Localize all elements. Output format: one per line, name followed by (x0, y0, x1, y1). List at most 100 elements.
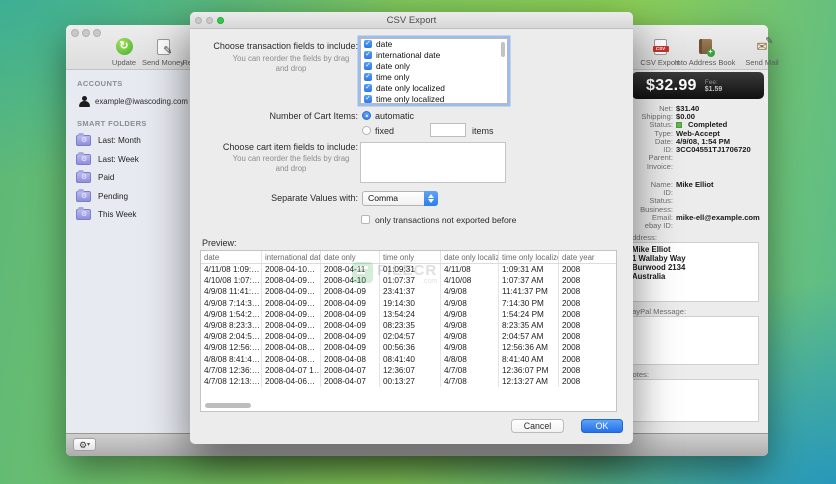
table-cell: 2008-04-07 1… (262, 364, 321, 376)
table-cell: 2008-04-09 (321, 342, 380, 354)
table-row[interactable]: 4/7/08 12:36:… 2008-04-07 1… 2008-04-07 12:… (201, 364, 616, 376)
table-cell: 2008-04-09… (262, 308, 321, 320)
table-row[interactable]: 4/9/08 11:41:… 2008-04-09… 2008-04-09 23:41… (201, 286, 616, 298)
action-gear-button[interactable]: ⚙▾ (73, 438, 96, 451)
checked-checkbox-icon[interactable]: ✓ (364, 73, 372, 82)
table-cell: 2008-04-09 (321, 297, 380, 309)
paypal-message-box[interactable] (625, 316, 759, 365)
smart-folder-icon: ⚙ (76, 151, 91, 165)
sidebar-item-last-month[interactable]: ⚙ Last: Month (76, 133, 190, 147)
transaction-details-panel: $32.99 Fee: $1.59 Net: $31.40 Shipping: $0.… (622, 70, 768, 433)
table-cell: 19:14:30 (380, 297, 441, 309)
separator-popup[interactable]: Comma (362, 191, 438, 206)
table-cell: 4/10/08 (441, 275, 499, 287)
address-line: Australia (632, 271, 666, 281)
zoom-button[interactable] (93, 29, 101, 37)
table-cell: 2008-04-09… (262, 286, 321, 298)
table-row[interactable]: 4/9/08 12:56:… 2008-04-08… 2008-04-09 00:56… (201, 342, 616, 354)
sidebar-item-account[interactable]: example@iwascoding.com (78, 95, 190, 108)
table-cell: 2008 (559, 298, 616, 309)
dialog-zoom-button[interactable] (217, 17, 224, 24)
table-cell: 2008 (559, 365, 616, 376)
dialog-minimize-button[interactable] (206, 17, 213, 24)
checked-checkbox-icon[interactable]: ✓ (364, 51, 372, 60)
table-cell: 2008-04-08… (262, 353, 321, 365)
table-cell: 2008-04-10… (262, 264, 321, 276)
field-item-date-only-localized[interactable]: ✓ date only localized (361, 83, 507, 94)
buyer-row: ebay ID: (623, 221, 764, 230)
notes-box[interactable] (625, 379, 759, 422)
dialog-close-button[interactable] (195, 17, 202, 24)
toolbar-item-send-mail[interactable]: ✉ ✎ Send Mail (734, 36, 790, 68)
preview-label: Preview: (202, 238, 237, 248)
close-button[interactable] (71, 29, 79, 37)
table-cell: 4/9/08 (441, 308, 499, 320)
field-label: date only localized (376, 83, 445, 93)
checked-checkbox-icon[interactable]: ✓ (364, 62, 372, 71)
minimize-button[interactable] (82, 29, 90, 37)
table-horizontal-scrollbar[interactable] (205, 403, 251, 408)
table-row[interactable]: 4/7/08 12:13:… 2008-04-06… 2008-04-07 00:13… (201, 375, 616, 388)
detail-value: Mike Elliot (676, 179, 714, 189)
fixed-radio[interactable] (362, 126, 371, 135)
table-cell: 2008-04-09… (262, 297, 321, 309)
listbox-scrollbar[interactable] (501, 42, 505, 57)
table-row[interactable]: 4/9/08 8:23:3… 2008-04-09… 2008-04-09 08:23… (201, 319, 616, 332)
table-row[interactable]: 4/9/08 1:54:2… 2008-04-09… 2008-04-09 13:54… (201, 308, 616, 320)
table-row[interactable]: 4/8/08 8:41:4… 2008-04-08… 2008-04-08 08:41… (201, 353, 616, 365)
accounts-header: ACCOUNTS (77, 79, 123, 88)
fixed-label[interactable]: fixed (375, 126, 394, 136)
items-label: items (472, 126, 494, 136)
field-item-time-only-localized[interactable]: ✓ time only localized (361, 93, 507, 104)
field-label: date (376, 39, 393, 50)
cart-items-label: Number of Cart Items: (269, 111, 358, 121)
window-controls[interactable] (71, 29, 101, 37)
only-new-label[interactable]: only transactions not exported before (375, 215, 516, 225)
field-item-international-date[interactable]: ✓ international date (361, 50, 507, 61)
table-cell: 4/7/08 (441, 364, 499, 376)
table-row[interactable]: 4/9/08 7:14:3… 2008-04-09… 2008-04-09 19:14… (201, 297, 616, 309)
ok-button[interactable]: OK (581, 419, 623, 433)
table-cell: 4/9/08 11:41:… (201, 286, 262, 298)
detail-value: 3CC04551TJ1706720 (676, 145, 751, 155)
smart-folder-icon: ⚙ (76, 207, 91, 220)
sidebar-item-paid[interactable]: ⚙ Paid (76, 170, 190, 184)
table-cell: 2008-04-09 (321, 308, 380, 320)
chevron-down-icon: ▾ (87, 442, 91, 448)
watermark-suffix: .com (422, 278, 438, 285)
table-cell: 4/9/08 (441, 319, 499, 332)
automatic-radio[interactable] (362, 111, 371, 120)
table-cell: 2008 (559, 331, 616, 342)
table-cell: 2008 (559, 376, 616, 387)
table-cell: 8:23:35 AM (499, 319, 559, 332)
table-cell: 2008-04-09… (262, 331, 321, 343)
sidebar-item-last-week[interactable]: ⚙ Last: Week (76, 151, 190, 166)
checked-checkbox-icon[interactable]: ✓ (364, 84, 372, 92)
table-cell: 4/9/08 7:14:3… (201, 297, 262, 309)
automatic-label[interactable]: automatic (375, 111, 414, 121)
dialog-window-controls[interactable] (195, 17, 224, 24)
transaction-fields-listbox[interactable]: ✓ date ✓ international date ✓ date only ✓ time … (360, 38, 508, 104)
field-item-time-only[interactable]: ✓ time only (361, 72, 507, 83)
table-cell: 2008-04-08… (262, 342, 321, 354)
toolbar-item-address-book[interactable]: + Into Address Book (672, 37, 738, 67)
table-cell: 4/9/08 (441, 331, 499, 343)
smart-folder-icon: ⚙ (76, 170, 91, 183)
sidebar-item-this-week[interactable]: ⚙ This Week (76, 207, 190, 221)
csv-export-dialog: CSV Export Choose transaction fields to … (190, 12, 633, 444)
table-cell: 2008 (559, 354, 616, 365)
only-new-checkbox[interactable] (361, 215, 370, 224)
checked-checkbox-icon[interactable]: ✓ (364, 94, 372, 103)
field-item-date-only[interactable]: ✓ date only (361, 61, 507, 72)
field-item-date[interactable]: ✓ date (361, 39, 507, 50)
watermark-text: FILECR (377, 262, 438, 279)
person-icon (78, 95, 91, 108)
table-row[interactable]: 4/9/08 2:04:5… 2008-04-09… 2008-04-09 02:04… (201, 331, 616, 343)
checked-checkbox-icon[interactable]: ✓ (364, 40, 372, 49)
table-cell: 2008-04-07 (321, 364, 380, 376)
fixed-items-input[interactable] (430, 123, 466, 137)
table-cell: 1:07:37 AM (499, 275, 559, 287)
cart-fields-listbox[interactable] (360, 142, 506, 183)
cancel-button[interactable]: Cancel (511, 419, 564, 433)
sidebar-item-pending[interactable]: ⚙ Pending (76, 188, 190, 203)
